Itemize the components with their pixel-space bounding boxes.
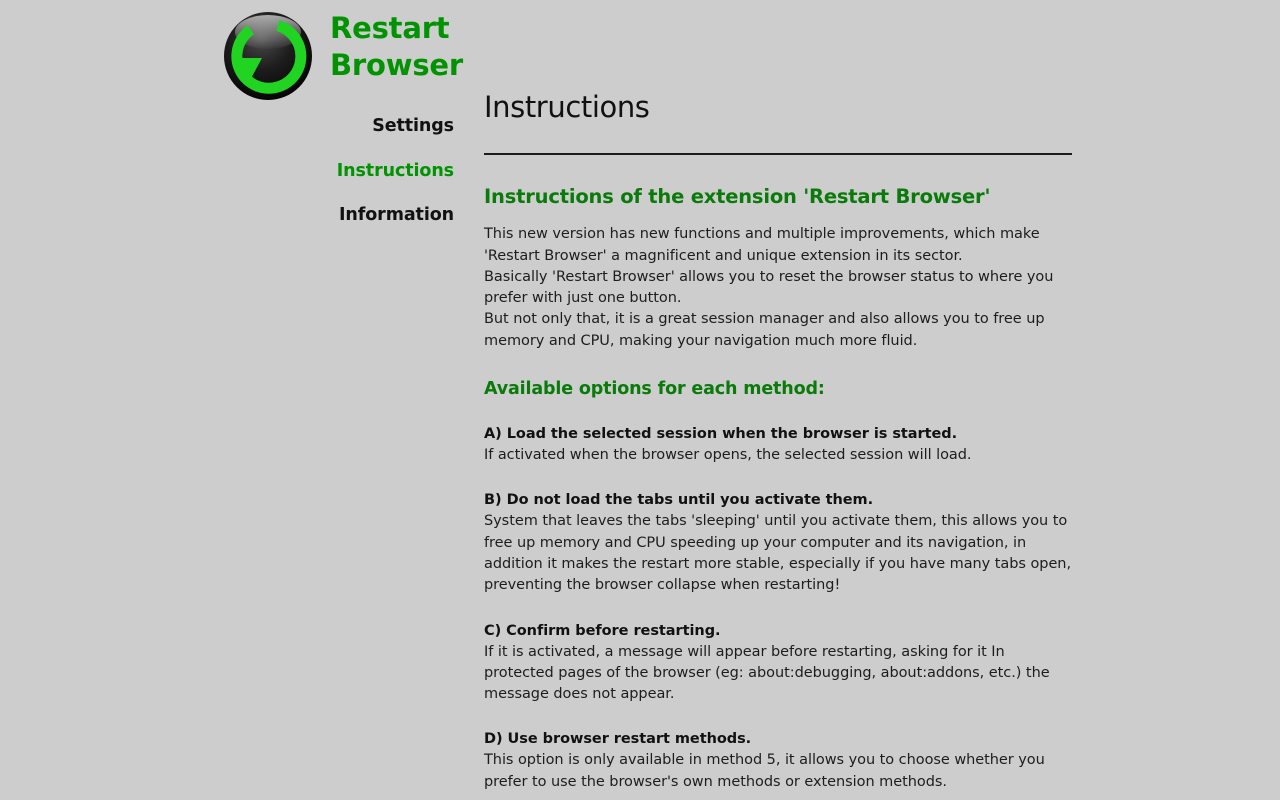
intro-line: Basically 'Restart Browser' allows you t…	[484, 268, 1054, 307]
nav-item-instructions[interactable]: Instructions	[250, 162, 454, 181]
side-nav: Settings Instructions Information	[250, 117, 454, 225]
option-body: If activated when the browser opens, the…	[484, 447, 972, 464]
title-divider	[484, 152, 1072, 155]
option-body: System that leaves the tabs 'sleeping' u…	[484, 513, 1072, 594]
restart-circular-arrow-icon	[222, 6, 314, 102]
option-body: If it is activated, a message will appea…	[484, 643, 1050, 703]
page-root: Restart Browser Settings Instructions In…	[0, 0, 1280, 800]
intro-line: This new version has new functions and m…	[484, 226, 1040, 264]
option-block-d: D) Use browser restart methods. This opt…	[484, 729, 1072, 793]
option-title: D) Use browser restart methods.	[484, 731, 752, 748]
option-title: A) Load the selected session when the br…	[484, 426, 958, 443]
intro-line: But not only that, it is a great session…	[484, 311, 1045, 349]
option-title: C) Confirm before restarting.	[484, 622, 721, 639]
nav-item-information[interactable]: Information	[250, 206, 454, 225]
option-block-c: C) Confirm before restarting. If it is a…	[484, 621, 1072, 706]
option-block-b: B) Do not load the tabs until you activa…	[484, 490, 1072, 596]
brand-title: Restart Browser	[330, 11, 463, 82]
option-title: B) Do not load the tabs until you activa…	[484, 492, 874, 509]
option-block-a: A) Load the selected session when the br…	[484, 424, 1072, 466]
main-content: Instructions Instructions of the extensi…	[484, 90, 1072, 793]
options-heading: Available options for each method:	[484, 379, 825, 400]
nav-item-settings[interactable]: Settings	[250, 117, 454, 136]
section-heading: Instructions of the extension 'Restart B…	[484, 184, 991, 208]
brand-block: Restart Browser	[222, 6, 482, 102]
option-body: This option is only available in method …	[484, 752, 1045, 790]
page-title: Instructions	[484, 90, 650, 124]
intro-paragraphs: This new version has new functions and m…	[484, 224, 1072, 352]
